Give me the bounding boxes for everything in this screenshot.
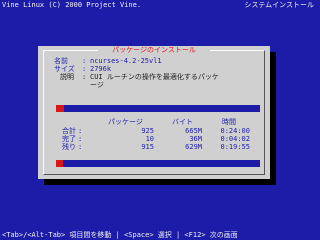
installer-banner: システムインストール xyxy=(244,1,314,9)
summary-label: 説明 xyxy=(60,73,74,81)
row-label-remaining: 残り xyxy=(62,143,76,151)
screen-title: Vine Linux (C) 2000 Project Vine. xyxy=(2,1,142,9)
package-name: ncurses-4.2-25vl1 xyxy=(90,57,162,65)
row-total-sep: : xyxy=(78,127,83,135)
completed-packages: 10 xyxy=(145,135,154,143)
remaining-packages: 915 xyxy=(141,143,154,151)
total-progress-fill xyxy=(56,160,63,167)
col-header-packages: パッケージ xyxy=(108,118,143,126)
summary-line-1: CUI ルーチンの操作を最適化するパッケ xyxy=(90,73,219,81)
row-label-completed: 完了 xyxy=(62,135,76,143)
total-packages: 925 xyxy=(141,127,154,135)
total-time: 0:24:00 xyxy=(220,127,250,135)
dialog-title: パッケージのインストール xyxy=(98,46,210,54)
package-progress-bar xyxy=(56,105,260,112)
total-progress-bar xyxy=(56,160,260,167)
package-install-dialog: パッケージのインストール 名前 : ncurses-4.2-25vl1 サイズ … xyxy=(38,46,270,179)
col-header-time: 時間 xyxy=(222,118,236,126)
row-label-total: 合計 xyxy=(62,127,76,135)
total-bytes: 665M xyxy=(185,127,202,135)
help-line: <Tab>/<Alt-Tab> 項目間を移動 | <Space> 選択 | <F… xyxy=(2,231,238,239)
name-separator: : xyxy=(82,57,87,65)
col-header-bytes: バイト xyxy=(172,118,193,126)
row-remaining-sep: : xyxy=(78,143,83,151)
package-size: 2796k xyxy=(90,65,112,73)
size-separator: : xyxy=(82,65,87,73)
completed-bytes: 36M xyxy=(189,135,202,143)
remaining-time: 0:19:55 xyxy=(220,143,250,151)
name-label: 名前 xyxy=(54,57,68,65)
row-completed-sep: : xyxy=(78,135,83,143)
size-label: サイズ xyxy=(54,65,75,73)
dialog-frame xyxy=(43,50,265,175)
package-progress-fill xyxy=(56,105,64,112)
remaining-bytes: 629M xyxy=(185,143,202,151)
summary-line-2: ージ xyxy=(90,81,104,89)
completed-time: 0:04:02 xyxy=(220,135,250,143)
summary-separator: : xyxy=(82,73,87,81)
